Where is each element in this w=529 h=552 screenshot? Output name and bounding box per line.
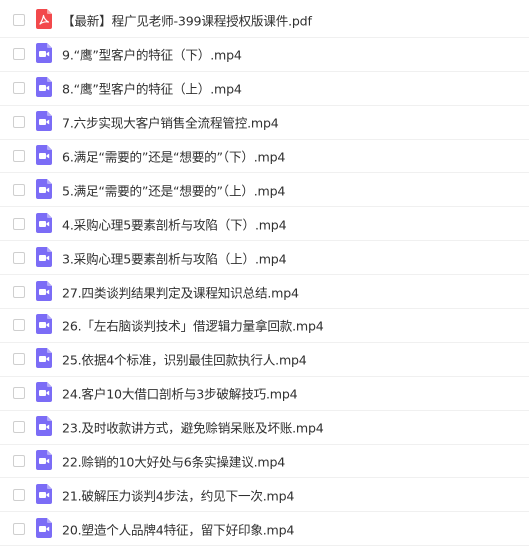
file-row[interactable]: 9.“鹰”型客户的特征（下）.mp4: [0, 38, 529, 72]
file-checkbox[interactable]: [13, 285, 25, 298]
file-checkbox[interactable]: [13, 150, 25, 162]
file-checkbox[interactable]: [13, 251, 25, 264]
file-checkbox[interactable]: [13, 82, 25, 95]
file-row[interactable]: 23.及时收款讲方式，避免赊销呆账及坏账.mp4: [0, 411, 529, 445]
file-name[interactable]: 9.“鹰”型客户的特征（下）.mp4: [62, 45, 242, 64]
video-icon: [36, 212, 52, 233]
file-row[interactable]: 27.四类谈判结果判定及课程知识总结.mp4: [0, 275, 529, 310]
file-checkbox[interactable]: [13, 116, 25, 129]
file-row[interactable]: 7.六步实现大客户销售全流程管控.mp4: [0, 106, 529, 140]
video-icon: [36, 178, 52, 199]
video-icon: [36, 145, 52, 165]
video-icon: [36, 111, 52, 132]
file-list: 【最新】程广见老师-399课程授权版课件.pdf 9.“鹰”型客户的特征（下）.m…: [0, 4, 529, 552]
file-name[interactable]: 7.六步实现大客户销售全流程管控.mp4: [62, 113, 279, 132]
file-row[interactable]: 5.满足“需要的”还是“想要的”（上）.mp4: [0, 173, 529, 208]
video-icon: [36, 280, 52, 301]
file-name[interactable]: 21.破解压力谈判4步法，约见下一次.mp4: [62, 485, 294, 504]
file-row[interactable]: 3.采购心理5要素剖析与攻陷（上）.mp4: [0, 241, 529, 276]
file-name[interactable]: 24.客户10大借口剖析与3步破解技巧.mp4: [62, 384, 298, 403]
file-name[interactable]: 23.及时收款讲方式，避免赊销呆账及坏账.mp4: [62, 418, 324, 437]
video-icon: [36, 450, 52, 471]
video-icon: [36, 517, 52, 538]
file-name[interactable]: 25.依据4个标准，识别最佳回款执行人.mp4: [62, 350, 307, 369]
video-icon: [36, 483, 52, 504]
file-row[interactable]: 22.赊销的10大好处与6条实操建议.mp4: [0, 445, 529, 479]
file-checkbox[interactable]: [13, 455, 25, 468]
file-name[interactable]: 20.塑造个人品牌4特征，留下好印象.mp4: [62, 519, 294, 538]
file-name[interactable]: 4.采购心理5要素剖析与攻陷（下）.mp4: [62, 214, 287, 233]
file-row[interactable]: 21.破解压力谈判4步法，约见下一次.mp4: [0, 478, 529, 513]
file-checkbox[interactable]: [13, 14, 25, 27]
file-row[interactable]: 【最新】程广见老师-399课程授权版课件.pdf: [0, 4, 529, 38]
file-name[interactable]: 8.“鹰”型客户的特征（上）.mp4: [62, 79, 242, 98]
file-checkbox[interactable]: [13, 387, 25, 400]
file-row[interactable]: 25.依据4个标准，识别最佳回款执行人.mp4: [0, 343, 529, 377]
file-checkbox[interactable]: [13, 522, 25, 535]
file-checkbox[interactable]: [13, 421, 25, 434]
file-row[interactable]: 8.“鹰”型客户的特征（上）.mp4: [0, 72, 529, 106]
file-row[interactable]: 6.满足“需要的”还是“想要的”（下）.mp4: [0, 140, 529, 174]
video-icon: [36, 77, 52, 98]
video-icon: [36, 416, 52, 437]
file-row[interactable]: 24.客户10大借口剖析与3步破解技巧.mp4: [0, 377, 529, 411]
video-icon: [36, 382, 52, 403]
file-name[interactable]: 26.「左右脑谈判技术」借逻辑力量拿回款.mp4: [62, 316, 324, 335]
file-row[interactable]: 4.采购心理5要素剖析与攻陷（下）.mp4: [0, 207, 529, 242]
file-row[interactable]: 20.塑造个人品牌4特征，留下好印象.mp4: [0, 512, 529, 547]
file-checkbox[interactable]: [13, 319, 25, 332]
pdf-icon: [36, 9, 52, 30]
video-icon: [36, 314, 52, 335]
file-checkbox[interactable]: [13, 48, 25, 61]
video-icon: [36, 43, 52, 64]
file-checkbox[interactable]: [13, 183, 25, 196]
file-checkbox[interactable]: [13, 217, 25, 230]
video-icon: [36, 246, 52, 267]
file-name[interactable]: 5.满足“需要的”还是“想要的”（上）.mp4: [62, 180, 285, 199]
file-name[interactable]: 27.四类谈判结果判定及课程知识总结.mp4: [62, 282, 299, 301]
video-icon: [36, 348, 52, 369]
file-name[interactable]: 【最新】程广见老师-399课程授权版课件.pdf: [62, 11, 312, 30]
file-name[interactable]: 6.满足“需要的”还是“想要的”（下）.mp4: [62, 147, 285, 166]
file-checkbox[interactable]: [13, 353, 25, 366]
file-checkbox[interactable]: [13, 488, 25, 501]
file-name[interactable]: 3.采购心理5要素剖析与攻陷（上）.mp4: [62, 248, 287, 267]
file-name[interactable]: 22.赊销的10大好处与6条实操建议.mp4: [62, 452, 285, 471]
file-row[interactable]: 26.「左右脑谈判技术」借逻辑力量拿回款.mp4: [0, 309, 529, 343]
